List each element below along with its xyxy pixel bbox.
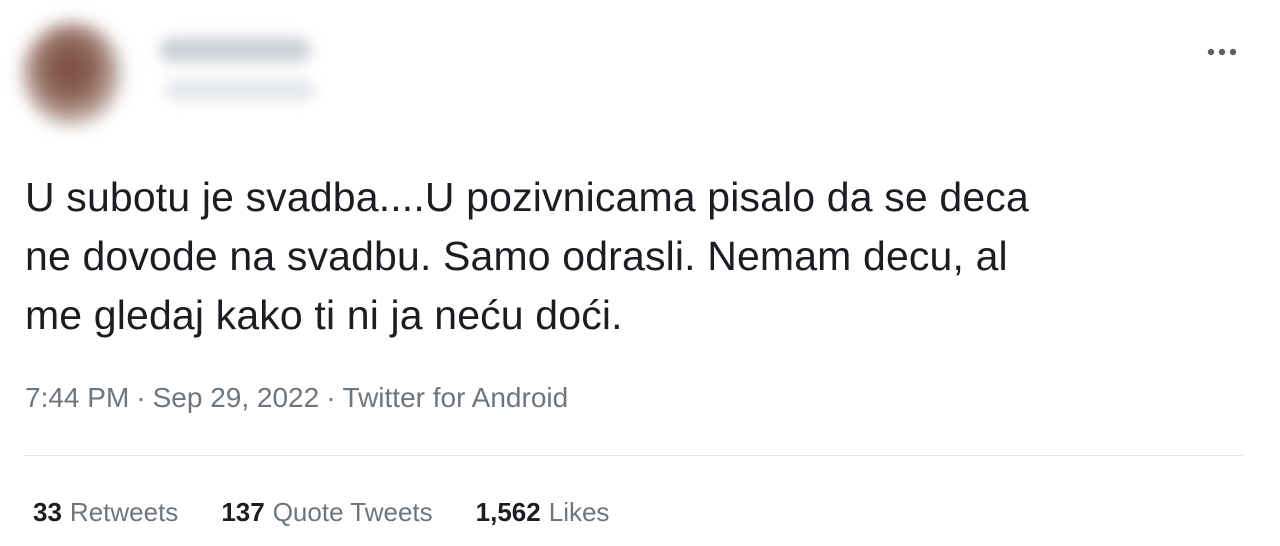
tweet-text-line: U subotu je svadba....U pozivnicama pisa… [25,174,1029,220]
quote-tweets-stat[interactable]: 137 Quote Tweets [221,497,432,528]
tweet-text: U subotu je svadba....U pozivnicama pisa… [25,168,1245,345]
tweet-text-line: me gledaj kako ti ni ja neću doći. [25,292,623,338]
tweet-time[interactable]: 7:44 PM [25,382,129,413]
quote-tweets-label: Quote Tweets [272,496,433,527]
retweets-count: 33 [33,496,62,527]
tweet-text-line: ne dovode na svadbu. Samo odrasli. Nemam… [25,233,1008,279]
retweets-stat[interactable]: 33 Retweets [33,497,178,528]
tweet-source[interactable]: Twitter for Android [343,382,569,413]
divider [25,455,1243,456]
meta-separator: · [326,382,336,413]
more-horizontal-icon [1207,48,1237,56]
meta-separator: · [136,382,146,413]
tweet-card: U subotu je svadba....U pozivnicama pisa… [0,0,1280,546]
likes-count: 1,562 [475,496,541,527]
likes-label: Likes [548,496,610,527]
author-avatar[interactable] [22,22,122,126]
author-handle-blurred [165,80,315,100]
tweet-date[interactable]: Sep 29, 2022 [153,382,320,413]
engagement-stats: 33 Retweets 137 Quote Tweets 1,562 Likes [33,494,652,530]
tweet-metadata: 7:44 PM · Sep 29, 2022 · Twitter for Android [25,380,568,416]
more-options-button[interactable] [1200,40,1244,64]
quote-tweets-count: 137 [221,496,265,527]
retweets-label: Retweets [69,496,179,527]
author-name-blurred[interactable] [160,38,310,62]
likes-stat[interactable]: 1,562 Likes [476,497,610,528]
